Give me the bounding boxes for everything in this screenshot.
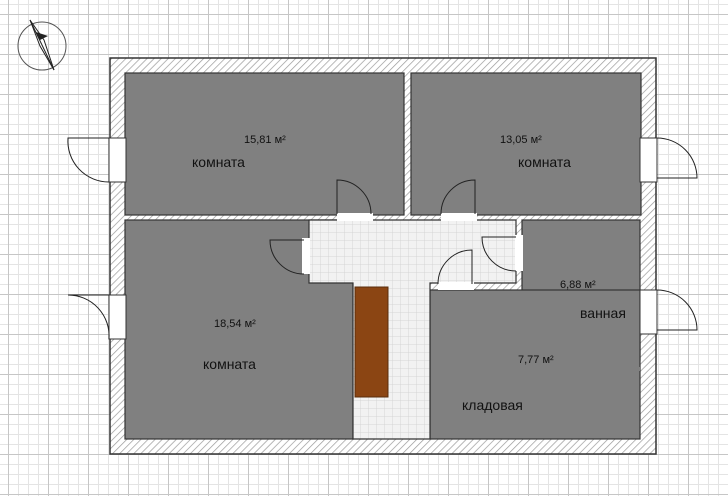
stairs[interactable]: [354, 286, 389, 398]
door-opening-bathroom: [515, 235, 523, 271]
window-right-lower: [639, 289, 658, 335]
window-right-upper: [639, 137, 658, 183]
room-name-bedroom-1: комната: [192, 154, 245, 170]
window-swing-right-lower: [656, 289, 698, 331]
door-opening-bedroom-3: [302, 238, 310, 274]
window-swing-left-lower: [67, 294, 110, 340]
floor-plan: [67, 57, 698, 455]
window-swing-right-upper: [656, 137, 698, 179]
room-name-bedroom-3: комната: [203, 356, 256, 372]
room-area-bedroom-2: 13,05 м²: [500, 134, 542, 146]
compass-icon: [17, 19, 67, 71]
room-name-bathroom: ванная: [580, 305, 626, 321]
window-left-upper: [108, 137, 127, 183]
room-area-bedroom-3: 18,54 м²: [214, 318, 256, 330]
window-left-lower: [108, 294, 127, 340]
room-name-storage: кладовая: [462, 397, 523, 413]
room-storage-extension: [518, 367, 640, 371]
window-swing-left-upper: [67, 137, 110, 183]
door-opening-bedroom-1: [337, 213, 373, 221]
door-opening-storage: [438, 282, 474, 290]
room-area-bedroom-1: 15,81 м²: [244, 134, 286, 146]
room-area-bathroom: 6,88 м²: [560, 279, 596, 291]
room-area-storage: 7,77 м²: [518, 354, 554, 366]
room-name-bedroom-2: комната: [518, 154, 571, 170]
door-opening-bedroom-2: [441, 213, 477, 221]
